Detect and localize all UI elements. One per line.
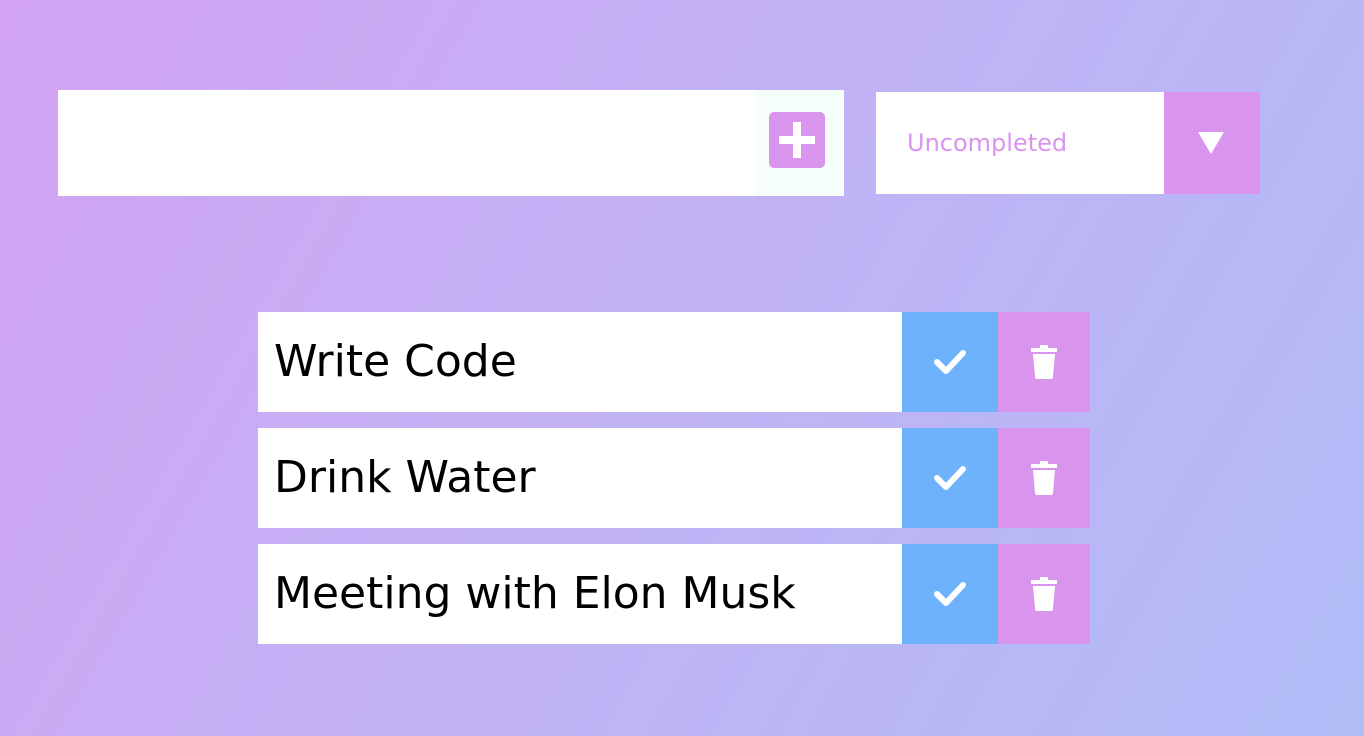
delete-button[interactable] bbox=[998, 544, 1090, 644]
todo-list: Write Code Drink Water Meeting with Elon… bbox=[258, 312, 1090, 660]
delete-button[interactable] bbox=[998, 428, 1090, 528]
complete-button[interactable] bbox=[902, 428, 998, 528]
trash-icon bbox=[1031, 461, 1057, 495]
trash-icon bbox=[1031, 577, 1057, 611]
add-button-cell bbox=[756, 90, 844, 196]
todo-form bbox=[58, 90, 844, 196]
filter-selected-value[interactable]: Uncompleted bbox=[876, 92, 1164, 194]
check-icon bbox=[934, 466, 966, 490]
trash-icon bbox=[1031, 345, 1057, 379]
add-todo-button[interactable] bbox=[769, 112, 825, 168]
check-icon bbox=[934, 582, 966, 606]
todo-text: Meeting with Elon Musk bbox=[274, 568, 796, 619]
task-input[interactable] bbox=[58, 90, 756, 196]
todo-item: Drink Water bbox=[258, 428, 1090, 528]
todo-item: Write Code bbox=[258, 312, 1090, 412]
plus-icon bbox=[779, 122, 815, 158]
todo-item: Meeting with Elon Musk bbox=[258, 544, 1090, 644]
filter-select[interactable]: Uncompleted bbox=[876, 92, 1260, 194]
todo-text: Write Code bbox=[274, 336, 517, 387]
complete-button[interactable] bbox=[902, 312, 998, 412]
caret-down-icon bbox=[1198, 132, 1224, 154]
delete-button[interactable] bbox=[998, 312, 1090, 412]
filter-dropdown-button[interactable] bbox=[1164, 92, 1260, 194]
todo-text: Drink Water bbox=[274, 452, 536, 503]
complete-button[interactable] bbox=[902, 544, 998, 644]
check-icon bbox=[934, 350, 966, 374]
